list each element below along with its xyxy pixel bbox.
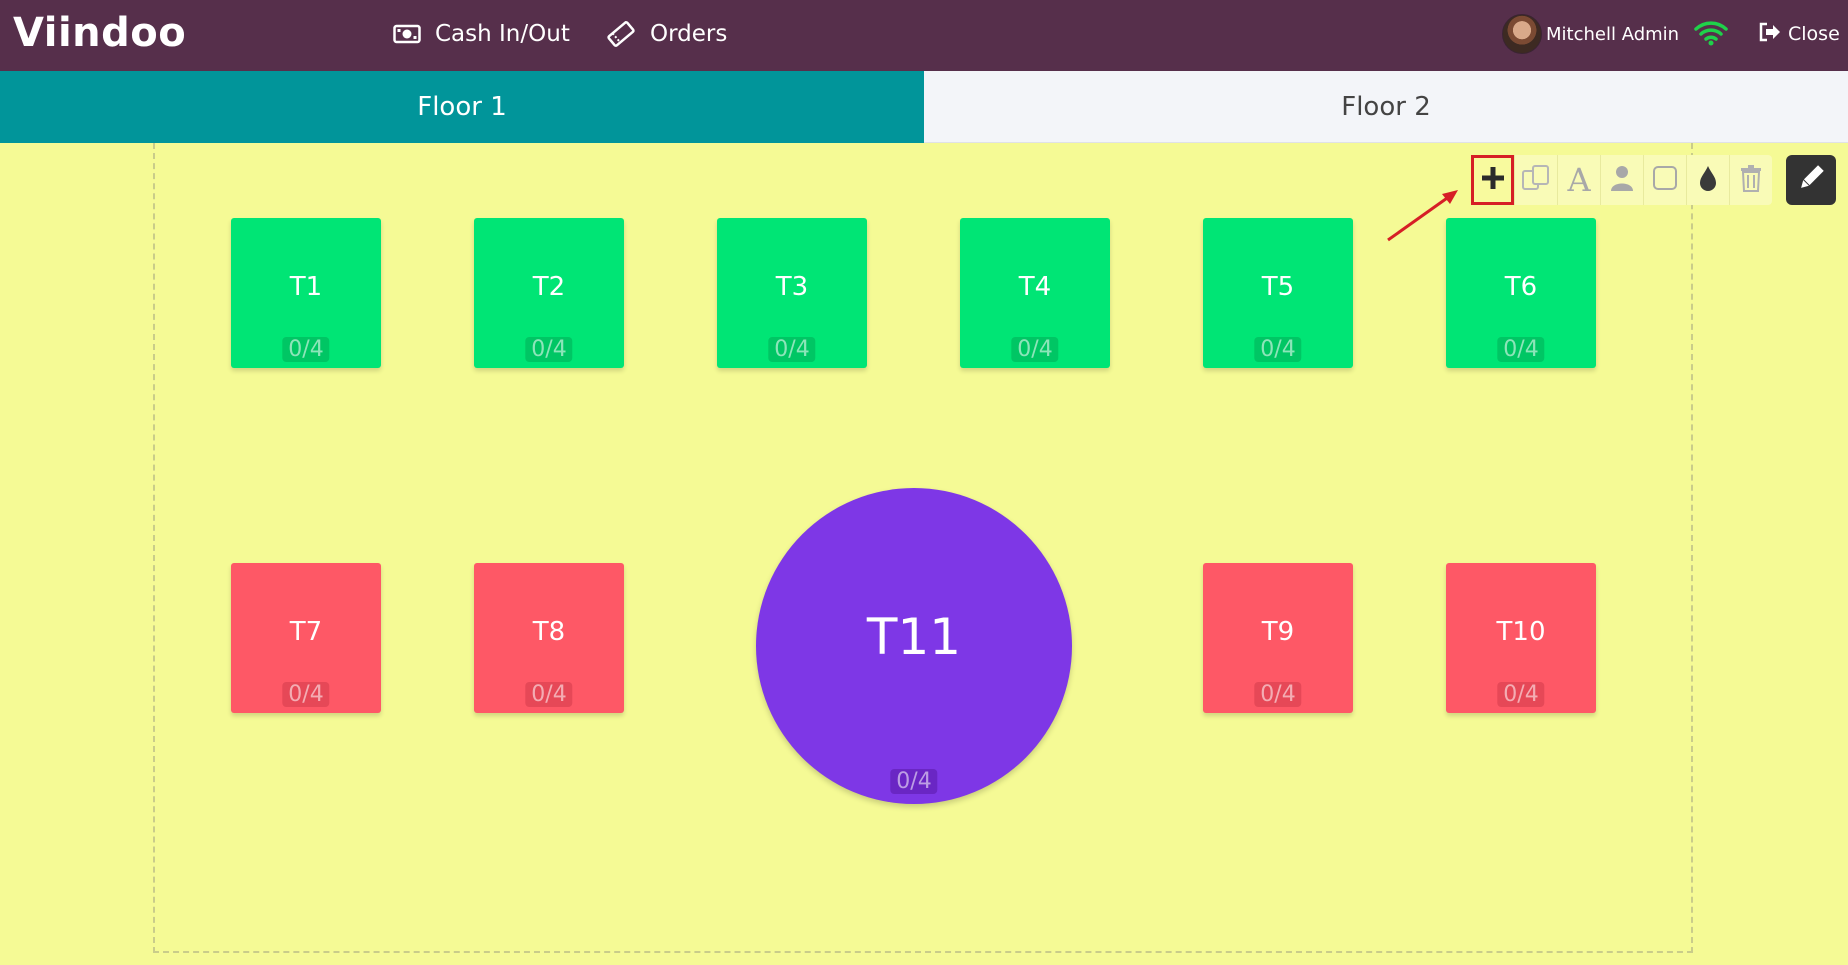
tint-icon <box>1698 164 1718 196</box>
table-t2[interactable]: T2 0/4 <box>474 218 624 368</box>
add-table-button[interactable] <box>1471 155 1514 205</box>
table-name: T4 <box>1018 272 1052 302</box>
user-menu[interactable]: Mitchell Admin <box>1502 14 1680 54</box>
table-seats: 0/4 <box>525 337 573 362</box>
avatar <box>1502 14 1542 54</box>
table-name: T6 <box>1504 272 1538 302</box>
color-button[interactable] <box>1686 155 1729 205</box>
table-t11[interactable]: T11 0/4 <box>756 488 1072 804</box>
table-name: T7 <box>289 617 323 647</box>
square-icon <box>1652 165 1678 195</box>
font-icon: A <box>1567 161 1591 199</box>
sign-out-icon <box>1758 21 1782 48</box>
table-seats: 0/4 <box>282 682 330 707</box>
table-seats: 0/4 <box>1011 337 1059 362</box>
table-seats: 0/4 <box>1497 682 1545 707</box>
plus-icon <box>1481 166 1505 194</box>
table-t9[interactable]: T9 0/4 <box>1203 563 1353 713</box>
table-name: T10 <box>1496 617 1546 647</box>
shape-button[interactable] <box>1643 155 1686 205</box>
table-name: T9 <box>1261 617 1295 647</box>
table-name: T5 <box>1261 272 1295 302</box>
close-label: Close <box>1788 23 1840 45</box>
table-t6[interactable]: T6 0/4 <box>1446 218 1596 368</box>
floor-selector: Floor 1 Floor 2 <box>0 71 1848 143</box>
table-t3[interactable]: T3 0/4 <box>717 218 867 368</box>
table-t10[interactable]: T10 0/4 <box>1446 563 1596 713</box>
user-icon <box>1610 164 1634 196</box>
close-button[interactable]: Close <box>1758 18 1840 50</box>
copy-icon <box>1521 163 1551 197</box>
orders-button[interactable]: Orders <box>606 16 727 52</box>
pencil-icon <box>1797 164 1825 196</box>
table-name: T3 <box>775 272 809 302</box>
table-t4[interactable]: T4 0/4 <box>960 218 1110 368</box>
cash-in-out-button[interactable]: Cash In/Out <box>393 16 570 52</box>
table-name: T2 <box>532 272 566 302</box>
delete-table-button[interactable] <box>1729 155 1772 205</box>
floor-edit-toolbar: A <box>1471 155 1772 205</box>
table-name: T1 <box>289 272 323 302</box>
table-t8[interactable]: T8 0/4 <box>474 563 624 713</box>
edit-mode-button[interactable] <box>1786 155 1836 205</box>
cash-in-out-label: Cash In/Out <box>435 21 570 47</box>
table-t5[interactable]: T5 0/4 <box>1203 218 1353 368</box>
table-seats: 0/4 <box>1254 337 1302 362</box>
table-name: T11 <box>866 608 962 666</box>
top-header: Viindoo Cash In/Out Orders Mitchell Admi… <box>0 0 1848 71</box>
table-seats: 0/4 <box>1497 337 1545 362</box>
floor-tab-2[interactable]: Floor 2 <box>924 71 1848 143</box>
trash-icon <box>1739 164 1763 196</box>
table-t1[interactable]: T1 0/4 <box>231 218 381 368</box>
app-logo: Viindoo <box>13 10 187 56</box>
table-seats: 0/4 <box>768 337 816 362</box>
table-seats: 0/4 <box>890 769 938 794</box>
table-name: T8 <box>532 617 566 647</box>
money-icon <box>393 24 421 44</box>
rename-table-button[interactable]: A <box>1557 155 1600 205</box>
table-seats: 0/4 <box>1254 682 1302 707</box>
user-name: Mitchell Admin <box>1546 23 1680 45</box>
floor-tab-1[interactable]: Floor 1 <box>0 71 924 143</box>
table-seats: 0/4 <box>282 337 330 362</box>
ticket-icon <box>606 20 636 48</box>
table-seats: 0/4 <box>525 682 573 707</box>
annotation-arrow <box>1387 190 1458 242</box>
wifi-icon <box>1694 20 1728 50</box>
table-t7[interactable]: T7 0/4 <box>231 563 381 713</box>
orders-label: Orders <box>650 21 728 47</box>
duplicate-table-button[interactable] <box>1514 155 1557 205</box>
seats-button[interactable] <box>1600 155 1643 205</box>
